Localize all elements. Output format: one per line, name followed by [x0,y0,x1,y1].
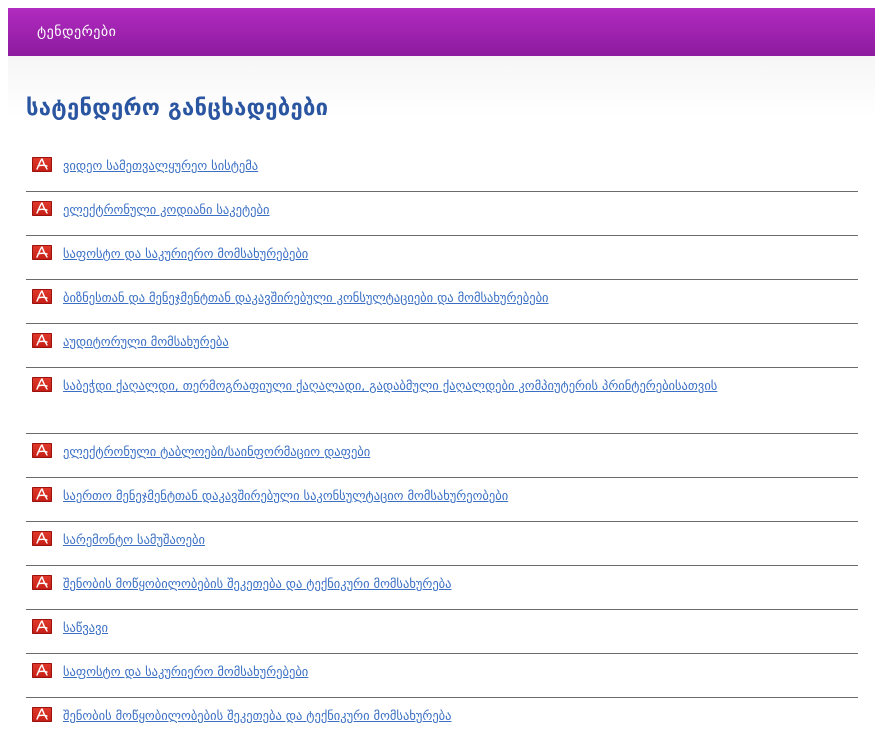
tender-link[interactable]: სარემონტო სამუშაოები [63,532,205,547]
list-item: სარემონტო სამუშაოები [26,522,858,566]
list-item: ბიზნესთან და მენეჯმენტთან დაკავშირებული … [26,280,858,324]
pdf-icon[interactable] [32,619,52,634]
pdf-icon[interactable] [32,487,52,502]
pdf-icon[interactable] [32,333,52,348]
list-item: შენობის მოწყობილობების შეკეთება და ტექნი… [26,566,858,610]
tender-list: ვიდეო სამეთვალყურეო სისტემა ელექტრონული … [26,148,858,738]
list-item: აუდიტორული მომსახურება [26,324,858,368]
pdf-icon[interactable] [32,663,52,678]
section-header-title: ტენდერები [37,24,117,40]
tender-link[interactable]: აუდიტორული მომსახურება [63,334,229,349]
list-item: ვიდეო სამეთვალყურეო სისტემა [26,148,858,192]
pdf-icon[interactable] [32,289,52,304]
pdf-icon[interactable] [32,157,52,172]
pdf-icon[interactable] [32,245,52,260]
page-title: სატენდერო განცხადებები [26,96,329,121]
section-header-bar: ტენდერები [8,8,875,56]
list-item: საწვავი [26,610,858,654]
pdf-icon[interactable] [32,201,52,216]
page-frame: ტენდერები სატენდერო განცხადებები ვიდეო ს… [8,8,875,738]
tender-link[interactable]: საბეჭდი ქაღალდი, თერმოგრაფიული ქაღალადი,… [63,378,717,393]
list-item: საფოსტო და საკურიერო მომსახურებები [26,654,858,698]
list-item: შენობის მოწყობილობების შეკეთება და ტექნი… [26,698,858,738]
list-item: ელექტრონული ტაბლოები/საინფორმაციო დაფები [26,434,858,478]
list-item: საბეჭდი ქაღალდი, თერმოგრაფიული ქაღალადი,… [26,368,858,434]
tender-link[interactable]: ვიდეო სამეთვალყურეო სისტემა [63,158,258,173]
tender-link[interactable]: საფოსტო და საკურიერო მომსახურებები [63,246,308,261]
list-item: საერთო მენეჯმენტთან დაკავშირებული საკონს… [26,478,858,522]
tender-link[interactable]: საფოსტო და საკურიერო მომსახურებები [63,664,308,679]
tender-link[interactable]: შენობის მოწყობილობების შეკეთება და ტექნი… [63,708,452,723]
list-item: საფოსტო და საკურიერო მომსახურებები [26,236,858,280]
pdf-icon[interactable] [32,707,52,722]
pdf-icon[interactable] [32,531,52,546]
list-item: ელექტრონული კოდიანი საკეტები [26,192,858,236]
tender-link[interactable]: საწვავი [63,620,108,635]
tender-link[interactable]: შენობის მოწყობილობების შეკეთება და ტექნი… [63,576,452,591]
tender-link[interactable]: საერთო მენეჯმენტთან დაკავშირებული საკონს… [63,488,508,503]
tender-link[interactable]: ელექტრონული კოდიანი საკეტები [63,202,269,217]
tender-link[interactable]: ელექტრონული ტაბლოები/საინფორმაციო დაფები [63,444,370,459]
tender-link[interactable]: ბიზნესთან და მენეჯმენტთან დაკავშირებული … [63,290,549,305]
pdf-icon[interactable] [32,575,52,590]
pdf-icon[interactable] [32,443,52,458]
pdf-icon[interactable] [32,377,52,392]
